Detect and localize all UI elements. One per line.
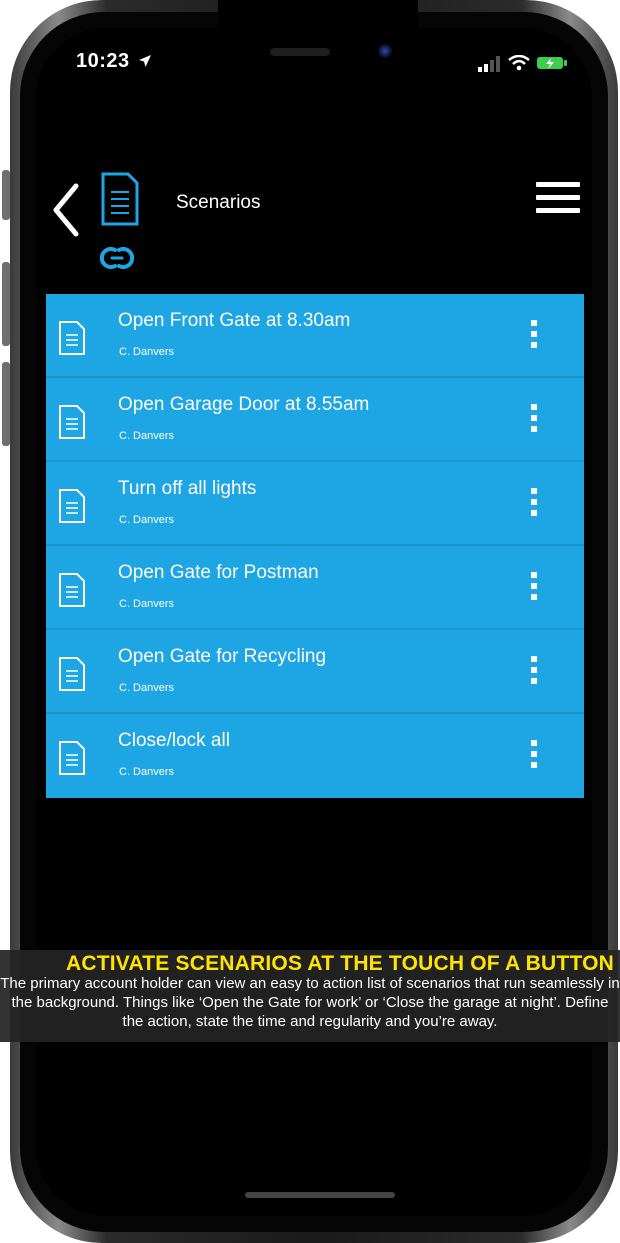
battery-icon xyxy=(537,57,567,69)
scenario-owner: C. Danvers xyxy=(119,682,175,694)
caption-headline: ACTIVATE SCENARIOS AT THE TOUCH OF A BUT… xyxy=(66,952,614,975)
hamburger-menu-icon xyxy=(536,182,580,213)
file-icon xyxy=(59,573,85,607)
chevron-left-icon xyxy=(53,183,79,237)
earpiece-speaker xyxy=(270,48,330,56)
scenario-item[interactable]: Open Garage Door at 8.55am C. Danvers xyxy=(46,378,584,462)
scenario-owner: C. Danvers xyxy=(119,514,175,526)
document-icon xyxy=(101,172,139,226)
scenario-title: Close/lock all xyxy=(118,730,230,751)
hamburger-menu-button[interactable] xyxy=(536,182,580,220)
back-button[interactable] xyxy=(48,180,84,240)
scenario-owner: C. Danvers xyxy=(119,346,175,358)
file-icon xyxy=(59,405,85,439)
file-icon xyxy=(59,321,85,355)
signal-icon xyxy=(478,56,500,72)
file-icon xyxy=(59,489,85,523)
volume-down-button xyxy=(2,362,10,446)
more-vertical-icon[interactable] xyxy=(526,572,542,608)
scenario-item[interactable]: Close/lock all C. Danvers xyxy=(46,714,584,798)
scenario-title: Open Gate for Postman xyxy=(118,562,319,583)
scenario-title: Open Front Gate at 8.30am xyxy=(118,310,351,331)
scenario-item[interactable]: Open Gate for Postman C. Danvers xyxy=(46,546,584,630)
scenario-item[interactable]: Turn off all lights C. Danvers xyxy=(46,462,584,546)
scenario-title: Open Gate for Recycling xyxy=(118,646,327,667)
more-vertical-icon[interactable] xyxy=(526,488,542,524)
scenario-title: Turn off all lights xyxy=(118,478,257,499)
scenario-owner: C. Danvers xyxy=(119,598,175,610)
more-vertical-icon[interactable] xyxy=(526,740,542,776)
link-icon[interactable] xyxy=(100,244,134,272)
caption-body: The primary account holder can view an e… xyxy=(0,975,620,1030)
volume-up-button xyxy=(2,262,10,346)
scenario-item[interactable]: Open Gate for Recycling C. Danvers xyxy=(46,630,584,714)
file-icon xyxy=(59,657,85,691)
front-camera xyxy=(378,44,392,58)
more-vertical-icon[interactable] xyxy=(526,320,542,356)
status-icons xyxy=(478,52,568,72)
more-vertical-icon[interactable] xyxy=(526,404,542,440)
scenario-item[interactable]: Open Front Gate at 8.30am C. Danvers xyxy=(46,294,584,378)
scenario-owner: C. Danvers xyxy=(119,766,175,778)
mute-switch xyxy=(2,170,10,220)
scenario-list: Open Front Gate at 8.30am C. Danvers Ope… xyxy=(46,294,584,798)
scenario-title: Open Garage Door at 8.55am xyxy=(118,394,370,415)
location-arrow-icon xyxy=(138,55,151,67)
status-time: 10:23 xyxy=(76,50,152,73)
page-title: Scenarios xyxy=(176,192,261,213)
more-vertical-icon[interactable] xyxy=(526,656,542,692)
wifi-icon xyxy=(508,55,530,71)
scenario-owner: C. Danvers xyxy=(119,430,175,442)
home-indicator xyxy=(245,1192,395,1198)
file-icon xyxy=(59,741,85,775)
status-time-text: 10:23 xyxy=(76,50,130,72)
